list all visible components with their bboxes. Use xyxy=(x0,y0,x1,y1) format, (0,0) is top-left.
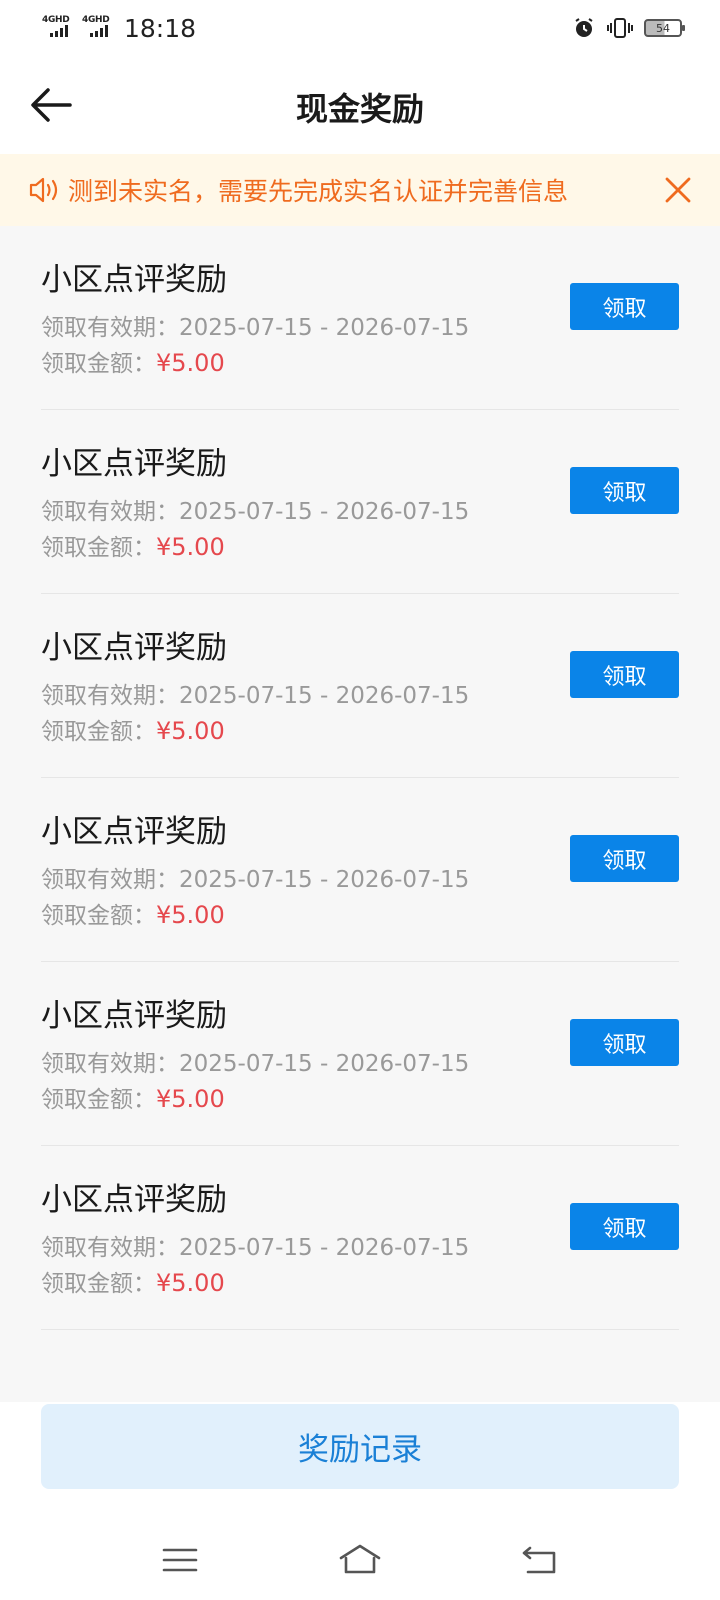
reward-item: 小区点评奖励 领取有效期：2025-07-15 - 2026-07-15 领取金… xyxy=(41,1146,679,1330)
reward-title: 小区点评奖励 xyxy=(41,446,227,482)
reward-amount-row: 领取金额： ¥5.00 xyxy=(41,1080,225,1114)
battery-level: 54 xyxy=(656,21,670,35)
validity-label: 领取有效期： xyxy=(41,1051,179,1077)
reward-amount-row: 领取金额： ¥5.00 xyxy=(41,712,225,746)
battery-icon: 54 xyxy=(644,19,685,37)
vibrate-icon xyxy=(607,18,633,38)
claim-button[interactable]: 领取 xyxy=(570,467,679,514)
notice-text: 测到未实名，需要先完成实名认证并完善信息 xyxy=(68,177,569,206)
validity-label: 领取有效期： xyxy=(41,683,179,709)
status-bar: 4GHD 4GHD 18:18 54 xyxy=(0,0,720,56)
validity-value: 2025-07-15 - 2026-07-15 xyxy=(179,683,470,709)
validity-value: 2025-07-15 - 2026-07-15 xyxy=(179,1051,470,1077)
alarm-icon xyxy=(575,18,593,37)
amount-label: 领取金额： xyxy=(41,351,156,377)
reward-title: 小区点评奖励 xyxy=(41,998,227,1034)
validity-value: 2025-07-15 - 2026-07-15 xyxy=(179,1235,470,1261)
claim-button[interactable]: 领取 xyxy=(570,1019,679,1066)
return-icon[interactable] xyxy=(516,1536,564,1584)
network-label-1: 4GHD xyxy=(42,15,70,25)
reward-item: 小区点评奖励 领取有效期：2025-07-15 - 2026-07-15 领取金… xyxy=(41,226,679,410)
home-icon[interactable] xyxy=(336,1536,384,1584)
validity-label: 领取有效期： xyxy=(41,499,179,525)
reward-item: 小区点评奖励 领取有效期：2025-07-15 - 2026-07-15 领取金… xyxy=(41,778,679,962)
network-label-2: 4GHD xyxy=(82,15,110,25)
claim-button[interactable]: 领取 xyxy=(570,651,679,698)
reward-title: 小区点评奖励 xyxy=(41,262,227,298)
amount-value: ¥5.00 xyxy=(156,1085,225,1113)
reward-validity: 领取有效期：2025-07-15 - 2026-07-15 xyxy=(41,676,469,710)
reward-amount-row: 领取金额： ¥5.00 xyxy=(41,1264,225,1298)
amount-label: 领取金额： xyxy=(41,535,156,561)
reward-amount-row: 领取金额： ¥5.00 xyxy=(41,344,225,378)
amount-value: ¥5.00 xyxy=(156,533,225,561)
reward-records-button[interactable]: 奖励记录 xyxy=(41,1404,679,1489)
amount-label: 领取金额： xyxy=(41,719,156,745)
close-icon[interactable] xyxy=(662,174,694,206)
claim-button[interactable]: 领取 xyxy=(570,283,679,330)
speaker-icon xyxy=(29,177,58,203)
header: 现金奖励 xyxy=(0,56,720,154)
signal-2-icon: 4GHD xyxy=(82,15,116,41)
reward-item: 小区点评奖励 领取有效期：2025-07-15 - 2026-07-15 领取金… xyxy=(41,410,679,594)
amount-value: ¥5.00 xyxy=(156,349,225,377)
reward-list: 小区点评奖励 领取有效期：2025-07-15 - 2026-07-15 领取金… xyxy=(0,226,720,1402)
amount-label: 领取金额： xyxy=(41,903,156,929)
validity-label: 领取有效期： xyxy=(41,315,179,341)
validity-label: 领取有效期： xyxy=(41,867,179,893)
amount-value: ¥5.00 xyxy=(156,901,225,929)
menu-icon[interactable] xyxy=(156,1536,204,1584)
validity-value: 2025-07-15 - 2026-07-15 xyxy=(179,315,470,341)
signal-1-icon: 4GHD xyxy=(42,15,76,41)
validity-label: 领取有效期： xyxy=(41,1235,179,1261)
reward-amount-row: 领取金额： ¥5.00 xyxy=(41,528,225,562)
status-right: 54 xyxy=(572,16,685,40)
claim-button[interactable]: 领取 xyxy=(570,835,679,882)
reward-validity: 领取有效期：2025-07-15 - 2026-07-15 xyxy=(41,1044,469,1078)
page-title: 现金奖励 xyxy=(295,90,424,128)
system-nav-bar xyxy=(0,1522,720,1600)
reward-validity: 领取有效期：2025-07-15 - 2026-07-15 xyxy=(41,492,469,526)
validity-value: 2025-07-15 - 2026-07-15 xyxy=(179,499,470,525)
status-time: 18:18 xyxy=(124,13,197,43)
reward-amount-row: 领取金额： ¥5.00 xyxy=(41,896,225,930)
amount-value: ¥5.00 xyxy=(156,717,225,745)
reward-item: 小区点评奖励 领取有效期：2025-07-15 - 2026-07-15 领取金… xyxy=(41,962,679,1146)
reward-validity: 领取有效期：2025-07-15 - 2026-07-15 xyxy=(41,1228,469,1262)
amount-label: 领取金额： xyxy=(41,1271,156,1297)
notice-banner: 测到未实名，需要先完成实名认证并完善信息 xyxy=(0,154,720,226)
reward-title: 小区点评奖励 xyxy=(41,1182,227,1218)
validity-value: 2025-07-15 - 2026-07-15 xyxy=(179,867,470,893)
amount-value: ¥5.00 xyxy=(156,1269,225,1297)
amount-label: 领取金额： xyxy=(41,1087,156,1113)
reward-title: 小区点评奖励 xyxy=(41,814,227,850)
reward-item: 小区点评奖励 领取有效期：2025-07-15 - 2026-07-15 领取金… xyxy=(41,594,679,778)
status-left: 4GHD 4GHD 18:18 xyxy=(42,14,196,43)
bottom-area: 奖励记录 xyxy=(0,1402,720,1600)
reward-title: 小区点评奖励 xyxy=(41,630,227,666)
reward-validity: 领取有效期：2025-07-15 - 2026-07-15 xyxy=(41,308,469,342)
claim-button[interactable]: 领取 xyxy=(570,1203,679,1250)
reward-validity: 领取有效期：2025-07-15 - 2026-07-15 xyxy=(41,860,469,894)
